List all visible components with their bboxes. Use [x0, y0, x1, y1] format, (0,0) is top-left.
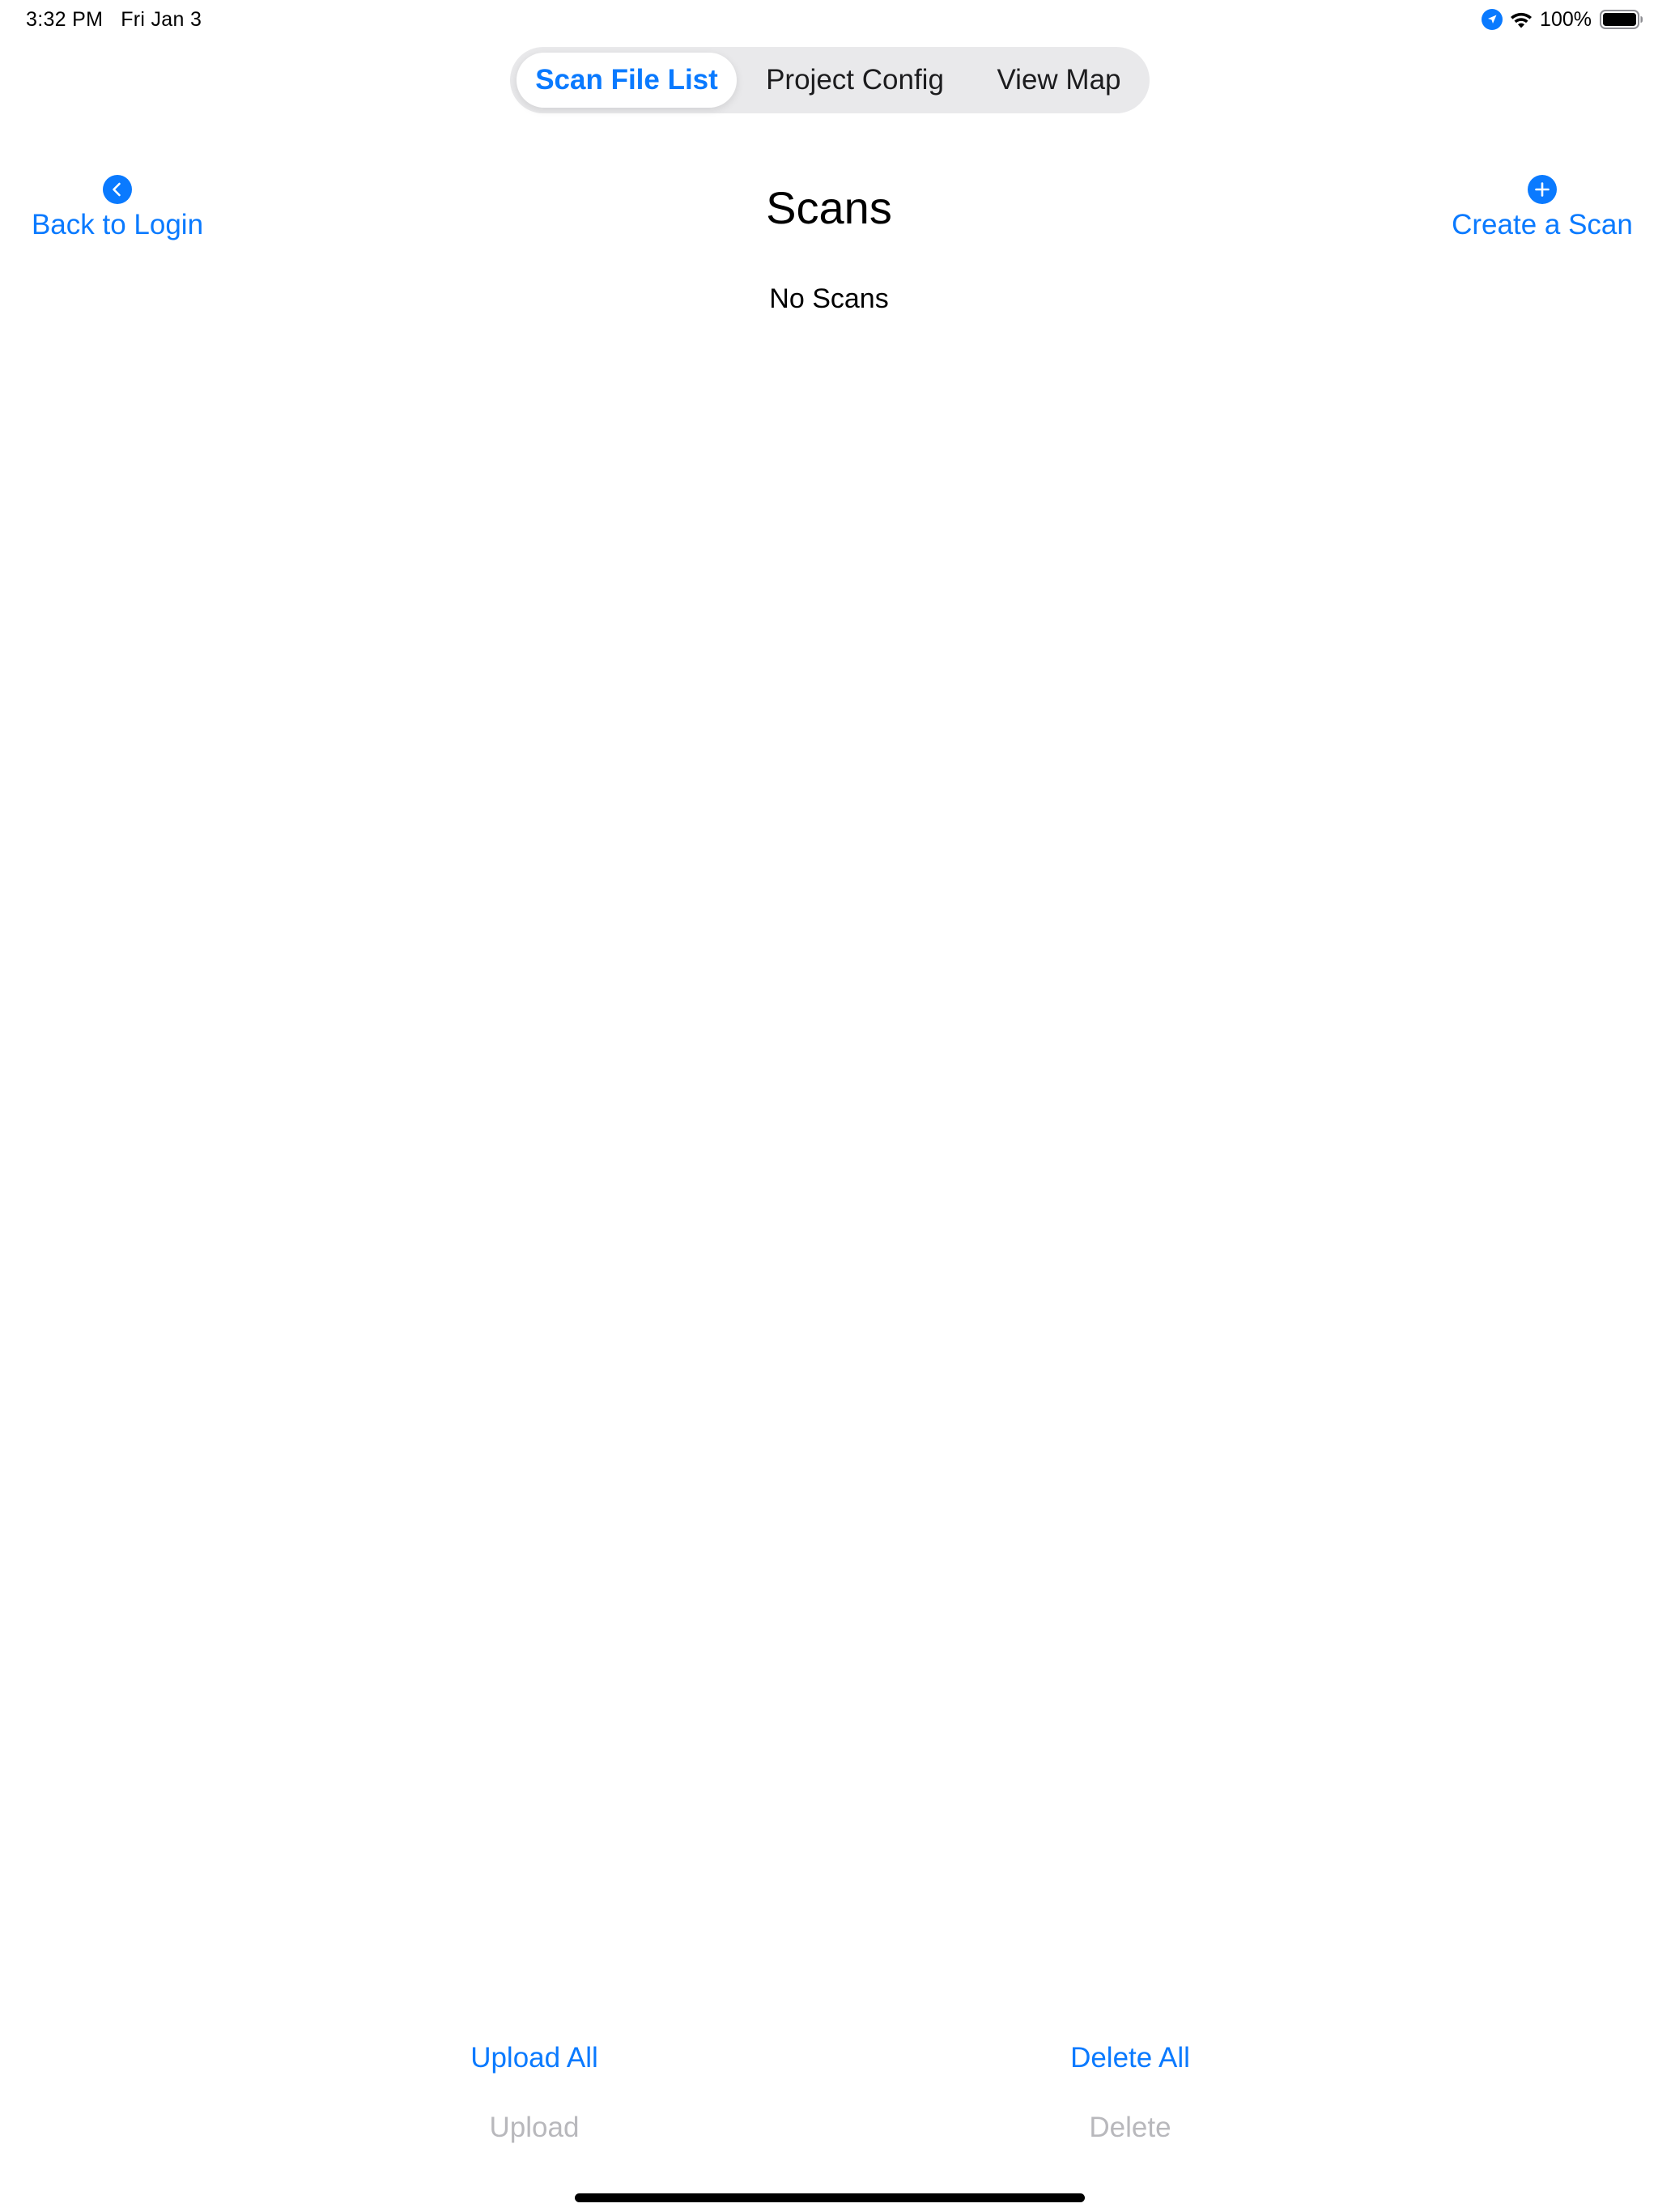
- status-date: Fri Jan 3: [121, 8, 202, 31]
- scan-file-list-screen: 3:32 PM Fri Jan 3 100% Scan File List Pro…: [0, 0, 1658, 2212]
- wifi-icon: [1511, 12, 1533, 28]
- delete-all-button[interactable]: Delete All: [968, 2040, 1292, 2076]
- upload-button[interactable]: Upload: [372, 2110, 696, 2146]
- tab-segmented-control: Scan File List Project Config View Map: [510, 47, 1150, 113]
- upload-all-button[interactable]: Upload All: [372, 2040, 696, 2076]
- status-bar-right: 100%: [1482, 5, 1643, 34]
- create-scan-label: Create a Scan: [1452, 209, 1633, 240]
- tab-project-config[interactable]: Project Config: [753, 53, 957, 108]
- status-time: 3:32 PM: [26, 8, 104, 31]
- page-title: Scans: [766, 182, 892, 233]
- create-scan-button[interactable]: Create a Scan: [1452, 175, 1633, 241]
- status-bar-left: 3:32 PM Fri Jan 3: [26, 6, 202, 32]
- battery-icon: [1600, 10, 1643, 29]
- home-indicator: [575, 2193, 1085, 2202]
- empty-state-message: No Scans: [769, 283, 889, 314]
- tab-scan-file-list[interactable]: Scan File List: [517, 53, 737, 108]
- delete-button[interactable]: Delete: [968, 2110, 1292, 2146]
- location-icon: [1482, 9, 1503, 30]
- battery-percentage: 100%: [1540, 7, 1592, 31]
- tab-view-map[interactable]: View Map: [973, 53, 1145, 108]
- plus-circle-icon: [1528, 175, 1557, 204]
